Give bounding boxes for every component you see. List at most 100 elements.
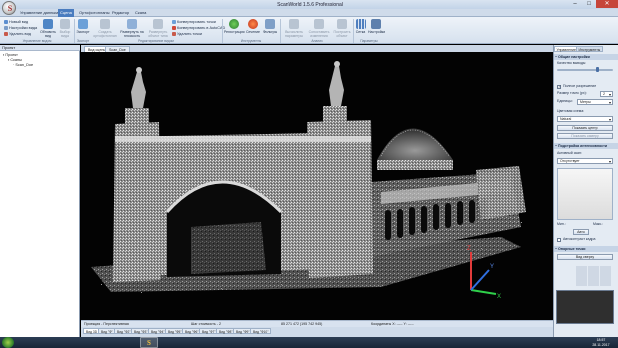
tab-management[interactable]: Управление bbox=[554, 46, 579, 52]
section-intensity[interactable]: Подстройка интенсивности bbox=[554, 143, 618, 149]
start-button[interactable] bbox=[2, 337, 14, 348]
auto-contrast-label: Автоконтраст кадра bbox=[563, 237, 596, 241]
group-label-tools: Инструменты bbox=[240, 39, 262, 43]
unfold-button[interactable]: Развернуть на плоскость bbox=[119, 19, 145, 38]
end-pavilion bbox=[476, 166, 526, 220]
quality-label: Качество выводы bbox=[557, 61, 586, 65]
create-ortho-button[interactable]: Создать ортофотоплан bbox=[92, 19, 118, 38]
auto-button[interactable]: Авто bbox=[573, 229, 589, 235]
unfold-tube-label: Развернуть объект типа bbox=[148, 30, 168, 38]
calc-icon bbox=[289, 19, 299, 29]
project-panel bbox=[0, 45, 80, 337]
point-size-label: Размер точек (px): bbox=[557, 91, 587, 95]
group-label-analysis: Анализ bbox=[311, 39, 323, 43]
update-view-label: Обновить вид bbox=[40, 30, 56, 38]
ribbon-separator bbox=[280, 19, 281, 43]
minimize-button[interactable]: – bbox=[568, 0, 582, 8]
tree-label: Сканы bbox=[10, 58, 22, 62]
autocad-icon bbox=[172, 26, 176, 30]
compare-button[interactable]: Сопоставить изменения bbox=[307, 19, 331, 38]
section-icon bbox=[248, 19, 258, 29]
build-icon bbox=[337, 19, 347, 29]
right-statue-head bbox=[334, 61, 340, 67]
filter-icon bbox=[265, 19, 275, 29]
section-general-settings[interactable]: Общие настройки bbox=[554, 54, 618, 60]
tree-item-scan[interactable]: · Scan_Doe bbox=[13, 63, 33, 68]
taskbar-app-button[interactable]: S bbox=[140, 337, 158, 348]
intensity-histogram[interactable] bbox=[557, 168, 613, 220]
calc-params-label: Вычислить параметры bbox=[284, 30, 304, 38]
app-logo[interactable]: S bbox=[2, 1, 16, 15]
group-label-edit: Редактирование видом bbox=[138, 39, 174, 43]
export-button[interactable]: Экспорт bbox=[76, 19, 90, 34]
menu-tab-ortho[interactable]: Ортофотопланы bbox=[77, 9, 112, 17]
grid-button[interactable]: Сетка bbox=[354, 19, 367, 34]
tool-icon-grid[interactable] bbox=[576, 266, 612, 286]
section-reference-points[interactable]: Опорные точки bbox=[554, 246, 618, 252]
unfold-tube-button[interactable]: Развернуть объект типа bbox=[146, 19, 170, 38]
view-from-top-button[interactable]: Вид сверху bbox=[557, 254, 613, 260]
select-view-label: Выбор вида bbox=[59, 30, 71, 38]
remove-icon bbox=[172, 32, 176, 36]
update-view-button[interactable]: Обновить вид bbox=[40, 19, 56, 38]
quality-slider-thumb[interactable] bbox=[596, 67, 599, 72]
right-pedestal bbox=[323, 106, 347, 122]
convert-autocad-label: Конвертировать в AutoCAD bbox=[177, 26, 226, 30]
maximize-button[interactable]: □ bbox=[582, 0, 596, 8]
full-resolution-label: Полное разрешение bbox=[563, 84, 597, 88]
menu-tab-scans[interactable]: Скана bbox=[133, 9, 148, 17]
close-button[interactable]: ✕ bbox=[596, 0, 618, 8]
max-label: Макс.: bbox=[593, 222, 604, 226]
registration-label: Регистрация bbox=[224, 30, 245, 34]
point-cloud-viewport[interactable]: Z X Y bbox=[81, 52, 553, 320]
ribbon-separator bbox=[74, 19, 75, 43]
tab-tools[interactable]: Инструменты bbox=[576, 46, 603, 52]
section-button[interactable]: Сечение bbox=[245, 19, 261, 34]
quality-slider[interactable] bbox=[557, 69, 613, 71]
remove-points-button[interactable]: Удалить точки bbox=[172, 31, 202, 37]
view-tab-strip bbox=[81, 45, 553, 52]
show-center-button[interactable]: Показать центр bbox=[557, 125, 613, 131]
build-object-button[interactable]: Построить объект bbox=[332, 19, 352, 38]
settings-icon bbox=[4, 26, 8, 30]
color-scheme-label: Цветовая схема: bbox=[557, 109, 585, 113]
window-title: ScanWorld 1.5.6 Professional bbox=[277, 2, 343, 8]
full-resolution-checkbox[interactable] bbox=[557, 84, 561, 89]
settings-label: Настройки bbox=[368, 30, 386, 34]
ribbon-separator bbox=[222, 19, 223, 43]
app-logo-letter: S bbox=[7, 4, 13, 13]
delete-view-button[interactable]: Удалить вид bbox=[4, 31, 31, 37]
menu-tab-data[interactable]: Управление данными bbox=[18, 9, 62, 17]
color-scheme-select[interactable]: Natural bbox=[557, 116, 613, 122]
axis-label-y: Y bbox=[490, 264, 494, 270]
active-scan-select[interactable]: Отсутствует bbox=[557, 158, 613, 164]
min-label: Мин.: bbox=[557, 222, 566, 226]
convert-icon bbox=[172, 20, 176, 24]
point-cloud-render: Z X Y bbox=[81, 52, 553, 320]
filters-label: Фильтры bbox=[262, 30, 278, 34]
axis-label-x: X bbox=[497, 294, 501, 300]
preview-thumbnail bbox=[556, 290, 614, 324]
group-label-view: Управление видом bbox=[22, 39, 52, 43]
right-tower bbox=[307, 120, 373, 278]
bottom-tab[interactable]: Вид "Ф10" bbox=[250, 328, 272, 334]
convert-points-label: Конвертировать точки bbox=[177, 20, 216, 24]
compare-label: Сопоставить изменения bbox=[308, 30, 330, 38]
calc-params-button[interactable]: Вычислить параметры bbox=[282, 19, 306, 38]
menu-tab-editor[interactable]: Редактор bbox=[110, 9, 131, 17]
auto-contrast-checkbox[interactable] bbox=[557, 238, 561, 242]
grid-label: Сетка bbox=[355, 30, 366, 34]
settings-button[interactable]: Настройки bbox=[368, 19, 386, 34]
units-select[interactable]: Метры bbox=[577, 99, 613, 105]
axis-label-z: Z bbox=[467, 246, 471, 252]
registration-button[interactable]: Регистрация bbox=[224, 19, 244, 34]
export-icon bbox=[78, 19, 88, 29]
filters-button[interactable]: Фильтры bbox=[262, 19, 278, 34]
point-size-input[interactable]: 2 bbox=[600, 91, 613, 97]
status-bar: Проекция - Перспективная Шаг стоимость -… bbox=[81, 320, 553, 327]
menu-tab-scene[interactable]: Сцена bbox=[58, 9, 74, 17]
globe-icon bbox=[229, 19, 239, 29]
cornice bbox=[115, 136, 371, 142]
show-camera-button[interactable]: Показать камеру bbox=[557, 133, 613, 139]
select-view-button[interactable]: Выбор вида bbox=[58, 19, 72, 38]
